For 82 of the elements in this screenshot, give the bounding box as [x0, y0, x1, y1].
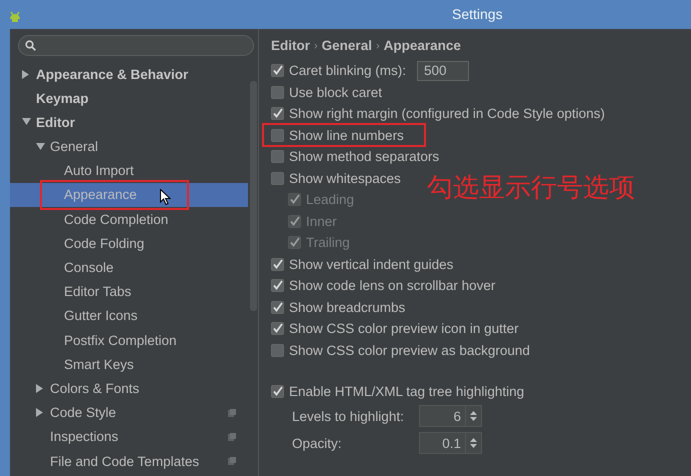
tree-item-label: Code Folding [64, 236, 144, 251]
checkbox[interactable] [271, 300, 284, 314]
checkbox[interactable] [271, 344, 284, 357]
option-label: Show vertical indent guides [289, 256, 454, 272]
tree-item-label: File and Code Templates [50, 454, 200, 469]
search-field[interactable] [18, 35, 254, 56]
tree-item[interactable]: Keymap [10, 86, 248, 110]
option-label: Show right margin (configured in Code Style options) [289, 106, 605, 122]
window-title: Settings [452, 6, 503, 22]
expanded-arrow-icon[interactable] [22, 118, 31, 126]
tree-item-label: Keymap [36, 90, 89, 106]
annotation-text: 勾选显示行号选项 [427, 172, 635, 205]
search-icon [25, 40, 36, 51]
checkbox[interactable] [271, 107, 284, 120]
spinner-arrows[interactable] [465, 405, 482, 427]
tree-item[interactable]: Inspections [10, 424, 248, 449]
tree-item[interactable]: Code Style [10, 400, 248, 425]
tree-item[interactable]: Code Folding [10, 231, 248, 256]
tree-item[interactable]: Editor [10, 110, 248, 135]
spinner-label: Levels to highlight: [292, 408, 405, 424]
tree-item[interactable]: Editor Tabs [10, 280, 248, 304]
option-label: Show method separators [289, 149, 440, 164]
tree-item[interactable]: Colors & Fonts [10, 376, 248, 401]
spinner-arrows[interactable] [465, 432, 482, 454]
checkbox[interactable] [271, 86, 284, 99]
tree-item-label: Editor [36, 114, 75, 130]
tree-item-label: Colors & Fonts [50, 381, 140, 396]
tree-item[interactable]: Code Completion [10, 207, 248, 232]
tree-item-label: Editor Tabs [64, 284, 132, 300]
option-label: Inner [306, 214, 337, 229]
option-label: Caret blinking (ms): [289, 63, 406, 78]
breadcrumb-separator: › [314, 40, 318, 52]
checkbox[interactable] [271, 172, 284, 185]
tree-item[interactable]: Gutter Icons [10, 304, 248, 328]
option-label: Leading [306, 192, 354, 208]
checkbox[interactable] [271, 128, 284, 142]
collapsed-arrow-icon[interactable] [36, 384, 44, 394]
tree-item[interactable]: Smart Keys [10, 352, 248, 376]
option-label: Show line numbers [289, 128, 404, 143]
tree-item-label: Appearance [64, 186, 137, 202]
tree-item[interactable]: Console [10, 256, 248, 280]
option-label: Show CSS color preview as background [289, 342, 530, 358]
tree-item[interactable]: Postfix Completion [10, 328, 248, 352]
spinner-label: Opacity: [292, 436, 343, 450]
option-label: Trailing [306, 235, 350, 250]
breadcrumb-item[interactable]: General [322, 38, 372, 53]
scrollbar-thumb[interactable] [250, 81, 257, 311]
tree-item-label: Auto Import [64, 163, 134, 178]
tree-item-label: Gutter Icons [64, 308, 138, 324]
tree-item-label: Code Completion [64, 212, 168, 227]
checkbox[interactable] [271, 258, 284, 271]
checkbox[interactable] [271, 150, 284, 164]
tree-item-label: Console [64, 260, 114, 276]
breadcrumb-separator: › [376, 40, 380, 52]
number-field[interactable]: 0.1 [419, 432, 465, 454]
checkbox[interactable] [271, 279, 284, 292]
tree-item[interactable]: Auto Import [10, 158, 248, 183]
collapsed-arrow-icon[interactable] [22, 70, 30, 79]
option-label: Show code lens on scrollbar hover [289, 278, 496, 294]
tree-item-label: Postfix Completion [64, 332, 177, 348]
tree-item-label: General [50, 139, 98, 154]
option-label: Enable HTML/XML tag tree highlighting [289, 384, 524, 400]
option-label: Show CSS color preview icon in gutter [289, 321, 519, 336]
tree-item-label: Inspections [50, 429, 118, 444]
breadcrumb-item[interactable]: Appearance [384, 38, 461, 53]
checkbox[interactable] [271, 385, 284, 398]
tree-item[interactable]: General [10, 134, 248, 159]
option-label: Show whitespaces [289, 170, 401, 186]
blink-rate-field[interactable]: 500 [417, 60, 470, 81]
option-label: Show breadcrumbs [289, 300, 406, 315]
tree-item[interactable]: Appearance & Behavior [10, 62, 248, 86]
tree-item-label: Appearance & Behavior [36, 66, 188, 82]
option-label: Use block caret [289, 84, 382, 100]
checkbox[interactable] [271, 322, 284, 336]
number-field[interactable]: 6 [419, 405, 465, 427]
tree-item[interactable]: File and Code Templates [10, 449, 248, 474]
expanded-arrow-icon[interactable] [36, 142, 45, 151]
tree-item-label: Smart Keys [64, 356, 134, 372]
collapsed-arrow-icon[interactable] [36, 408, 44, 418]
checkbox[interactable] [271, 64, 284, 78]
tree-item-label: Code Style [50, 405, 116, 420]
breadcrumb-item[interactable]: Editor [271, 38, 310, 53]
